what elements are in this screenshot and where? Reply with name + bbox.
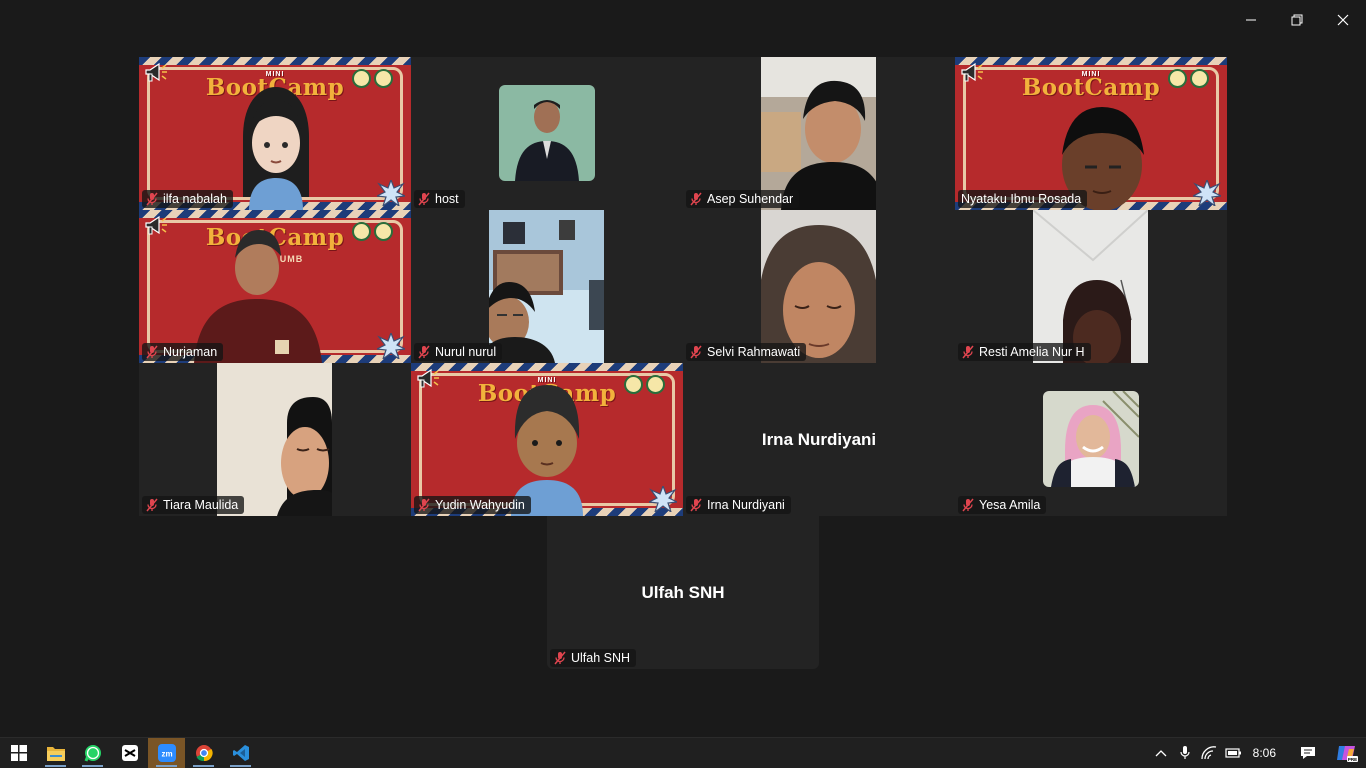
- restore-icon: [1291, 14, 1303, 26]
- close-button[interactable]: [1320, 0, 1366, 40]
- participant-display-name: Irna Nurdiyani: [761, 429, 877, 449]
- megaphone-icon: [415, 367, 441, 391]
- window-controls: [1228, 0, 1366, 40]
- file-explorer-icon: [46, 747, 65, 761]
- participant-name-label: Asep Suhendar: [686, 190, 800, 208]
- starburst-icon: [377, 333, 405, 359]
- participant-tile[interactable]: BootCamp HIMIF UMB Nurjaman: [139, 210, 411, 363]
- megaphone-icon: [959, 61, 985, 85]
- capcut-icon: [121, 745, 138, 761]
- logos: [1168, 69, 1209, 88]
- taskbar: zm 8:06 PRE: [0, 737, 1366, 768]
- chevron-up-icon: [1155, 750, 1167, 757]
- notifications-button[interactable]: [1288, 738, 1328, 768]
- copilot-button[interactable]: PRE: [1328, 738, 1366, 768]
- logos: [352, 222, 393, 241]
- avatar: [243, 87, 309, 210]
- participant-tile[interactable]: Yesa Amila: [955, 363, 1227, 516]
- microphone-muted-icon: [689, 345, 703, 359]
- taskbar-chrome[interactable]: [185, 738, 222, 768]
- megaphone-icon: [143, 214, 169, 238]
- microphone-tray-button[interactable]: [1173, 738, 1197, 768]
- windows-start-icon: [10, 745, 27, 761]
- participant-tile[interactable]: host: [411, 57, 683, 210]
- battery-button[interactable]: [1221, 738, 1245, 768]
- taskbar-file-explorer[interactable]: [37, 738, 74, 768]
- participant-name-label: Nyataku Ibnu Rosada: [958, 190, 1088, 208]
- taskbar-clock[interactable]: 8:06: [1245, 746, 1288, 760]
- participant-name-label: Nurul nurul: [414, 343, 503, 361]
- megaphone-icon: [143, 61, 169, 85]
- camera-video: [761, 210, 876, 363]
- participant-tile-active-speaker[interactable]: MINI BootCamp Nyataku Ibnu Rosada: [955, 57, 1227, 210]
- starburst-icon: [377, 180, 405, 206]
- notification-icon: [1301, 747, 1315, 759]
- participant-tile[interactable]: Asep Suhendar: [683, 57, 955, 210]
- participant-tile[interactable]: MINIBootCamp ilfa nabalah: [139, 57, 411, 210]
- restore-button[interactable]: [1274, 0, 1320, 40]
- camera-video: [217, 363, 332, 516]
- taskbar-whatsapp[interactable]: [74, 738, 111, 768]
- participant-name-label: Nurjaman: [142, 343, 224, 361]
- camera-video: [489, 210, 604, 363]
- starburst-icon: [649, 486, 677, 512]
- participant-name-label: ilfa nabalah: [142, 190, 233, 208]
- microphone-muted-icon: [145, 192, 159, 206]
- microphone-muted-icon: [145, 498, 159, 512]
- minimize-icon: [1246, 19, 1256, 21]
- camera-video: [761, 57, 876, 210]
- microphone-muted-icon: [689, 498, 703, 512]
- zoom-icon: zm: [157, 744, 176, 762]
- svg-text:zm: zm: [161, 750, 172, 759]
- microphone-icon: [1180, 746, 1190, 759]
- participant-tile[interactable]: Selvi Rahmawati: [683, 210, 955, 363]
- participant-name-label: Ulfah SNH: [550, 649, 637, 667]
- starburst-icon: [1193, 180, 1221, 206]
- microphone-muted-icon: [417, 345, 431, 359]
- participant-tile[interactable]: Resti Amelia Nur H: [955, 210, 1227, 363]
- profile-photo: [1043, 391, 1139, 487]
- microphone-muted-icon: [961, 498, 975, 512]
- participant-name-label: Resti Amelia Nur H: [958, 343, 1091, 361]
- chrome-icon: [195, 745, 213, 762]
- logos: [624, 375, 665, 394]
- network-button[interactable]: [1197, 738, 1221, 768]
- microphone-muted-icon: [961, 345, 975, 359]
- participant-name-label: Yudin Wahyudin: [414, 496, 531, 514]
- participant-name-label: Tiara Maulida: [142, 496, 245, 514]
- whatsapp-icon: [84, 745, 101, 762]
- participant-tile[interactable]: Irna Nurdiyani Irna Nurdiyani: [683, 363, 955, 516]
- show-hidden-icons-button[interactable]: [1149, 738, 1173, 768]
- microphone-muted-icon: [417, 192, 431, 206]
- logos: [352, 69, 393, 88]
- microphone-muted-icon: [689, 192, 703, 206]
- taskbar-vscode[interactable]: [222, 738, 259, 768]
- participant-name-label: Selvi Rahmawati: [686, 343, 807, 361]
- participant-name-label: host: [414, 190, 465, 208]
- participant-tile[interactable]: Nurul nurul: [411, 210, 683, 363]
- minimize-button[interactable]: [1228, 0, 1274, 40]
- microphone-muted-icon: [553, 651, 567, 665]
- participant-tile[interactable]: MINIBootCamp Yudin Wahyudin: [411, 363, 683, 516]
- system-tray: 8:06 PRE: [1149, 738, 1366, 768]
- camera-video: [1033, 210, 1148, 363]
- microphone-muted-icon: [417, 498, 431, 512]
- participant-tile[interactable]: Ulfah SNH Ulfah SNH: [547, 516, 819, 669]
- taskbar-capcut[interactable]: [111, 738, 148, 768]
- close-icon: [1337, 14, 1349, 26]
- participant-display-name: Ulfah SNH: [641, 582, 725, 602]
- participant-name-label: Yesa Amila: [958, 496, 1047, 514]
- start-button[interactable]: [0, 738, 37, 768]
- participant-tile[interactable]: Tiara Maulida: [139, 363, 411, 516]
- wifi-icon: [1200, 746, 1216, 760]
- vscode-icon: [232, 745, 249, 761]
- battery-icon: [1225, 748, 1241, 758]
- taskbar-zoom[interactable]: zm: [148, 738, 185, 768]
- svg-text:PRE: PRE: [1348, 757, 1357, 762]
- participant-name-label: Irna Nurdiyani: [686, 496, 791, 514]
- profile-photo: [499, 85, 595, 181]
- microphone-muted-icon: [145, 345, 159, 359]
- copilot-icon: PRE: [1337, 746, 1358, 762]
